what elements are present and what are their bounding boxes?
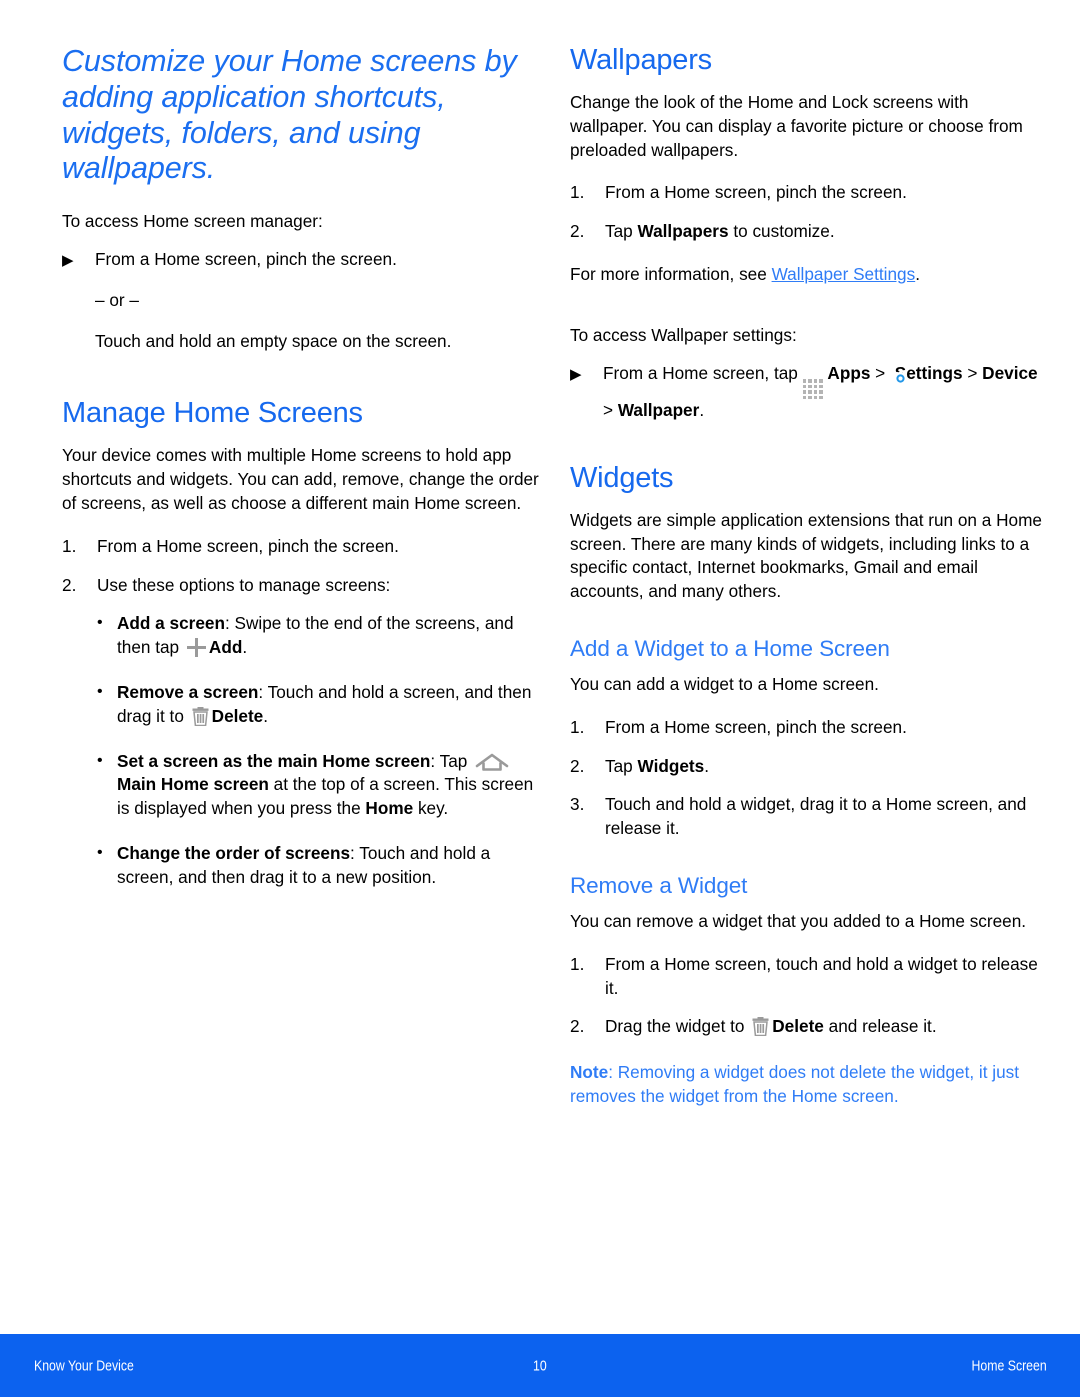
home-manager-lead: To access Home screen manager: [62, 211, 323, 232]
chapter-title: Customize your Home screens by adding ap… [62, 44, 517, 186]
remove-widget-steps-list: From a Home screen, touch and hold a wid… [570, 953, 1050, 1039]
more-info-prefix: For more information, see [570, 263, 772, 284]
footer-inner: Know Your Device 10 Home Screen [0, 1334, 1080, 1397]
footer-page-number: 10 [533, 1357, 547, 1374]
list-item: Remove a screen: Touch and hold a screen… [97, 680, 542, 729]
note-block: Note: Removing a widget does not delete … [570, 1061, 1050, 1109]
manage-home-screens-heading: Manage Home Screens [62, 397, 363, 430]
widgets-body: Widgets are simple application extension… [570, 509, 1042, 602]
step-text-1: From a Home screen, tap [603, 362, 803, 383]
bullet-tail: . [263, 705, 269, 726]
add-widget-body: You can add a widget to a Home screen. [570, 674, 879, 695]
home-icon [475, 752, 509, 772]
step-tail: to customize. [728, 221, 835, 242]
right-column: Wallpapers Change the look of the Home a… [570, 44, 1050, 1109]
bullet-term: Add a screen [117, 613, 225, 634]
arrow-step-pinch: ▶ From a Home screen, pinch the screen. [62, 248, 542, 272]
step-text-2: > [870, 362, 890, 383]
bullet-action-label: Main Home screen [117, 774, 269, 795]
arrow-bullet-icon: ▶ [62, 251, 74, 269]
list-item: Tap Widgets. [570, 755, 1050, 779]
bullet-tail: . [242, 637, 248, 658]
manage-steps-list: From a Home screen, pinch the screen. Us… [62, 535, 542, 598]
apps-grid-icon [802, 379, 823, 400]
widgets-heading: Widgets [570, 461, 674, 494]
step-text: Drag the widget to [605, 1016, 750, 1037]
wallpapers-heading: Wallpapers [570, 44, 712, 76]
more-info-line: For more information, see Wallpaper Sett… [570, 263, 1050, 287]
bullet-action-label: Add [208, 637, 243, 658]
step-text-4: > [603, 400, 618, 421]
list-item: Use these options to manage screens: [62, 574, 391, 598]
plus-icon [186, 638, 206, 658]
or-separator: – or – [95, 289, 139, 310]
list-item: Add a screen: Swipe to the end of the sc… [97, 611, 542, 660]
document-page: Customize your Home screens by adding ap… [0, 0, 1080, 1397]
apps-label: Apps [827, 362, 871, 383]
wallpaper-settings-link[interactable]: Wallpaper Settings [772, 264, 916, 284]
arrow-bullet-icon: ▶ [570, 365, 582, 383]
step-text: Touch and hold a widget, drag it to a Ho… [605, 794, 1027, 839]
step-tail: and release it. [823, 1016, 937, 1037]
arrow-step-text: From a Home screen, pinch the screen. [95, 248, 397, 269]
list-item: Touch and hold a widget, drag it to a Ho… [570, 793, 1050, 841]
bullet-term: Set a screen as the main Home screen [117, 750, 431, 771]
step-text: Tap [605, 221, 638, 242]
footer-topic-label: Home Screen [971, 1357, 1047, 1374]
wallpapers-body: Change the look of the Home and Lock scr… [570, 92, 1023, 160]
delete-label: Delete [772, 1016, 824, 1037]
step-tail: . [704, 755, 709, 776]
list-item: Drag the widget to Delete and release it… [570, 1015, 1050, 1039]
bullet-key-label: Home [365, 798, 414, 819]
page-footer: Know Your Device 10 Home Screen [0, 1334, 1080, 1397]
step-text: Tap [605, 755, 638, 776]
more-info-suffix: . [915, 263, 920, 284]
alt-step-text: Touch and hold an empty space on the scr… [95, 330, 452, 351]
bullet-tail-2: key. [413, 798, 449, 819]
list-item: Tap Wallpapers to customize. [570, 220, 1050, 244]
bullet-term: Change the order of screens [117, 842, 351, 863]
list-item: Change the order of screens: Touch and h… [97, 841, 542, 890]
step-bold-label: Widgets [637, 755, 705, 776]
list-item: From a Home screen, touch and hold a wid… [570, 953, 1038, 998]
trash-icon [192, 706, 209, 726]
wallpapers-steps-list: From a Home screen, pinch the screen. Ta… [570, 181, 1050, 244]
list-item: From a Home screen, pinch the screen. [570, 181, 1050, 205]
list-item: From a Home screen, pinch the screen. [62, 535, 399, 559]
remove-widget-body: You can remove a widget that you added t… [570, 911, 1027, 932]
access-wallpaper-lead: To access Wallpaper settings: [570, 324, 797, 345]
left-column: Customize your Home screens by adding ap… [62, 44, 542, 1109]
add-widget-steps-list: From a Home screen, pinch the screen. Ta… [570, 716, 1050, 841]
device-label: Device [982, 362, 1038, 383]
wallpaper-label: Wallpaper [617, 400, 700, 421]
manage-home-screens-body: Your device comes with multiple Home scr… [62, 445, 539, 513]
step-text-5: . [699, 400, 705, 421]
step-text: From a Home screen, pinch the screen. [605, 182, 907, 203]
bullet-action-label: Delete [211, 705, 264, 726]
list-item: From a Home screen, pinch the screen. [570, 716, 1050, 740]
note-label: Note [570, 1062, 609, 1083]
two-column-layout: Customize your Home screens by adding ap… [0, 44, 1080, 1109]
footer-section-label: Know Your Device [34, 1357, 134, 1374]
remove-widget-heading: Remove a Widget [570, 873, 748, 899]
bullet-term: Remove a screen [117, 681, 259, 702]
arrow-step-apps-settings: ▶ From a Home screen, tap Apps > Setting… [570, 362, 1050, 423]
note-text: : Removing a widget does not delete the … [570, 1062, 1020, 1107]
bullet-text: : Tap [430, 750, 473, 771]
step-text: From a Home screen, pinch the screen. [605, 716, 907, 737]
trash-icon [752, 1017, 769, 1037]
step-text-3: > [962, 362, 983, 383]
list-item: Set a screen as the main Home screen: Ta… [97, 749, 542, 821]
step-bold-label: Wallpapers [637, 221, 729, 242]
manage-options-bullets: Add a screen: Swipe to the end of the sc… [62, 611, 542, 890]
add-widget-heading: Add a Widget to a Home Screen [570, 636, 890, 662]
